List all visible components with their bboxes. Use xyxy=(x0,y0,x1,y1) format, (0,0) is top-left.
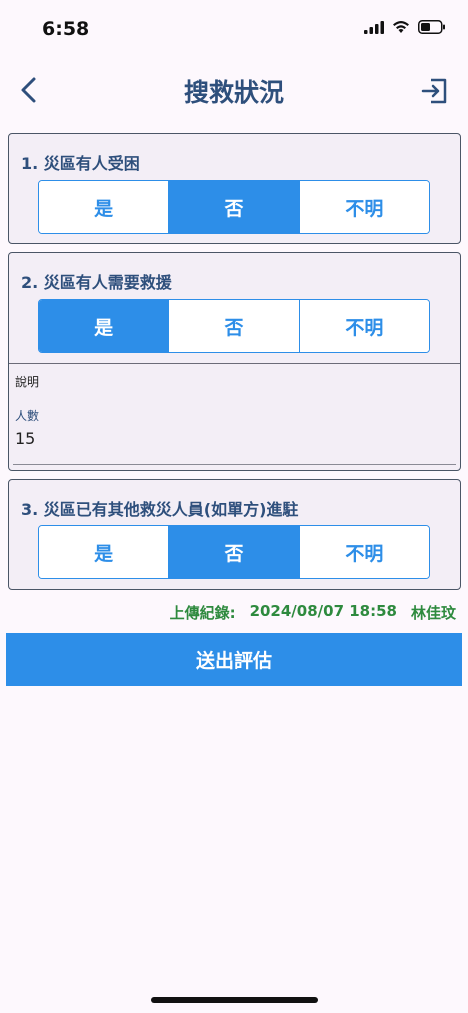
question-label-3: 3. 災區已有其他救災人員(如單方)進駐 xyxy=(21,500,299,519)
question-card-2: 2. 災區有人需要救援 是 否 不明 說明 人數 15 xyxy=(8,252,461,471)
option-no-1[interactable]: 否 xyxy=(169,181,300,233)
option-no-2[interactable]: 否 xyxy=(169,300,300,352)
upload-record: 上傳紀錄: 2024/08/07 18:58 林佳玟 xyxy=(170,602,456,623)
question-card-3: 3. 災區已有其他救災人員(如單方)進駐 是 否 不明 xyxy=(8,479,461,590)
page-title: 搜救狀況 xyxy=(183,78,284,107)
choice-group-3: 是 否 不明 xyxy=(38,525,430,579)
option-yes-3[interactable]: 是 xyxy=(39,526,170,578)
option-unknown-1[interactable]: 不明 xyxy=(299,181,429,233)
option-unknown-2[interactable]: 不明 xyxy=(299,300,429,352)
option-unknown-3[interactable]: 不明 xyxy=(299,526,429,578)
status-icons xyxy=(364,20,446,34)
description-label: 說明 xyxy=(15,375,40,389)
exit-button[interactable] xyxy=(420,76,450,106)
count-label: 人數 xyxy=(15,409,40,423)
home-indicator xyxy=(151,997,318,1003)
option-yes-1[interactable]: 是 xyxy=(39,181,170,233)
choice-group-1: 是 否 不明 xyxy=(38,180,430,234)
status-time: 6:58 xyxy=(42,18,90,40)
choice-group-2: 是 否 不明 xyxy=(38,299,430,353)
wifi-icon xyxy=(393,21,409,33)
question-card-1: 1. 災區有人受困 是 否 不明 xyxy=(8,133,461,244)
status-bar: 6:58 xyxy=(0,0,468,60)
option-no-3[interactable]: 否 xyxy=(169,526,300,578)
upload-record-prefix: 上傳紀錄: xyxy=(169,604,236,622)
question-label-2: 2. 災區有人需要救援 xyxy=(21,273,172,292)
signal-icon xyxy=(364,20,384,34)
battery-icon xyxy=(418,20,445,34)
submit-button[interactable]: 送出評估 xyxy=(6,633,462,686)
nav-bar: 搜救狀況 xyxy=(0,60,468,120)
count-input-underline xyxy=(13,464,456,465)
option-yes-2[interactable]: 是 xyxy=(39,300,170,352)
question-label-1: 1. 災區有人受困 xyxy=(21,154,140,173)
upload-record-user: 林佳玟 xyxy=(410,604,456,622)
divider xyxy=(9,363,460,364)
count-input[interactable]: 15 xyxy=(15,429,35,448)
exit-icon xyxy=(421,78,447,104)
upload-record-datetime: 2024/08/07 18:58 xyxy=(249,602,397,620)
